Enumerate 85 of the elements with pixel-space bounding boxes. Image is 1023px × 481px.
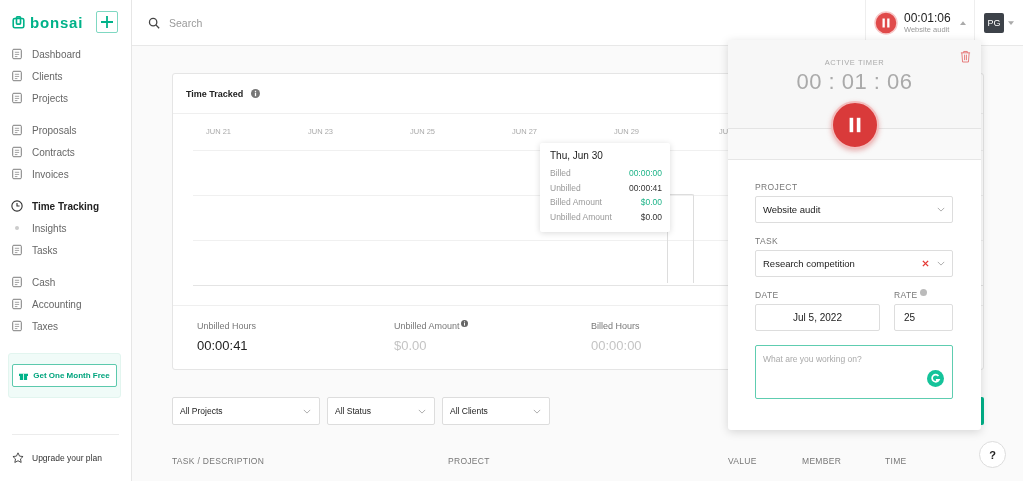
search-field[interactable]: Search xyxy=(167,15,371,30)
stat-value: 00:00:41 xyxy=(197,338,249,353)
caret-icon xyxy=(1008,20,1014,25)
column-header: PROJECT xyxy=(448,456,490,466)
nav-icon xyxy=(11,244,23,256)
field-label: DATE xyxy=(755,290,780,300)
avatar[interactable]: PG xyxy=(984,12,1004,33)
project-select[interactable]: Website audit xyxy=(755,196,953,223)
search-icon xyxy=(148,16,160,29)
field-label: RATE xyxy=(894,290,918,300)
nav-icon xyxy=(11,124,23,136)
card-title: Time Tracked xyxy=(186,88,244,99)
sidebar-item[interactable]: Clients xyxy=(0,65,131,87)
chevron-icon xyxy=(937,207,945,212)
nav-icon xyxy=(11,92,23,104)
rate-field[interactable]: 25 xyxy=(894,304,953,331)
info-icon xyxy=(919,289,927,296)
sidebar-item[interactable]: Projects xyxy=(0,87,131,109)
notes-field[interactable]: What are you working on? xyxy=(755,345,953,399)
sidebar-item[interactable]: Invoices xyxy=(0,163,131,185)
tooltip-label: Unbilled xyxy=(550,181,581,195)
add-button[interactable] xyxy=(96,11,118,33)
stat-label: Unbilled Amount xyxy=(394,321,460,331)
logo-icon xyxy=(12,15,25,29)
chevron-icon xyxy=(303,408,311,414)
clear-icon[interactable] xyxy=(922,260,929,267)
column-header: TASK / DESCRIPTION xyxy=(172,456,265,466)
trash-icon[interactable] xyxy=(960,50,971,63)
promo-button[interactable]: Get One Month Free xyxy=(12,364,117,387)
chevron-icon xyxy=(418,408,426,414)
filter-dropdown[interactable]: All Projects xyxy=(172,397,320,425)
stat-value: $0.00 xyxy=(394,338,428,353)
filter-dropdown[interactable]: All Status xyxy=(327,397,435,425)
task-select[interactable]: Research competition xyxy=(755,250,953,277)
dot-icon xyxy=(15,226,19,230)
nav-icon xyxy=(11,298,23,310)
gift-icon xyxy=(19,371,29,380)
stat-label: Unbilled Hours xyxy=(197,321,257,331)
tooltip-value: 00:00:00 xyxy=(628,167,662,180)
tooltip-label: Unbilled Amount xyxy=(550,210,612,224)
sidebar-subitem[interactable]: Insights xyxy=(0,217,131,239)
sidebar-item[interactable]: Dashboard xyxy=(0,43,131,65)
tooltip-label: Billed xyxy=(550,167,571,180)
info-icon xyxy=(251,89,261,98)
pause-button[interactable] xyxy=(831,101,879,149)
sidebar-item[interactable]: Time Tracking xyxy=(0,195,131,217)
timer-time: 00:01:06 xyxy=(904,11,952,25)
column-header: TIME xyxy=(885,456,907,466)
nav-icon xyxy=(11,70,23,82)
sidebar-item[interactable]: Taxes xyxy=(0,315,131,337)
date-field[interactable]: Jul 5, 2022 xyxy=(755,304,880,331)
tooltip-value: $0.00 xyxy=(640,210,662,224)
sidebar-item[interactable]: Contracts xyxy=(0,141,131,163)
tooltip-value: $0.00 xyxy=(640,196,662,209)
nav-icon xyxy=(11,168,23,180)
filter-dropdown[interactable]: All Clients xyxy=(442,397,550,425)
sidebar-item[interactable]: Proposals xyxy=(0,119,131,141)
upgrade-link[interactable]: Upgrade your plan xyxy=(0,435,131,481)
nav-icon xyxy=(11,320,23,332)
grammar-icon xyxy=(927,370,944,387)
tooltip-label: Billed Amount xyxy=(550,196,602,209)
sidebar-item[interactable]: Accounting xyxy=(0,293,131,315)
pause-icon xyxy=(874,10,898,35)
caret-icon xyxy=(960,20,966,25)
star-icon xyxy=(12,452,24,464)
sidebar-item[interactable]: Cash xyxy=(0,271,131,293)
help-button[interactable]: ? xyxy=(979,441,1006,468)
chevron-icon xyxy=(937,261,945,266)
field-label: TASK xyxy=(755,236,780,246)
column-header: VALUE xyxy=(728,456,757,466)
stat-value: 00:00:00 xyxy=(591,338,643,353)
field-label: PROJECT xyxy=(755,182,799,192)
plus-icon xyxy=(101,16,113,28)
timer-display: 00 : 01 : 06 xyxy=(796,69,913,95)
sidebar-item[interactable]: Tasks xyxy=(0,239,131,261)
tooltip-value: 00:00:41 xyxy=(628,181,662,195)
stat-label: Billed Hours xyxy=(591,321,640,331)
column-header: MEMBER xyxy=(802,456,842,466)
info-icon xyxy=(460,320,468,327)
chevron-icon xyxy=(533,408,541,414)
tooltip-title: Thu, Jun 30 xyxy=(550,150,604,161)
nav-icon xyxy=(11,200,23,212)
nav-icon xyxy=(11,276,23,288)
nav-icon xyxy=(11,48,23,60)
nav-icon xyxy=(11,146,23,158)
